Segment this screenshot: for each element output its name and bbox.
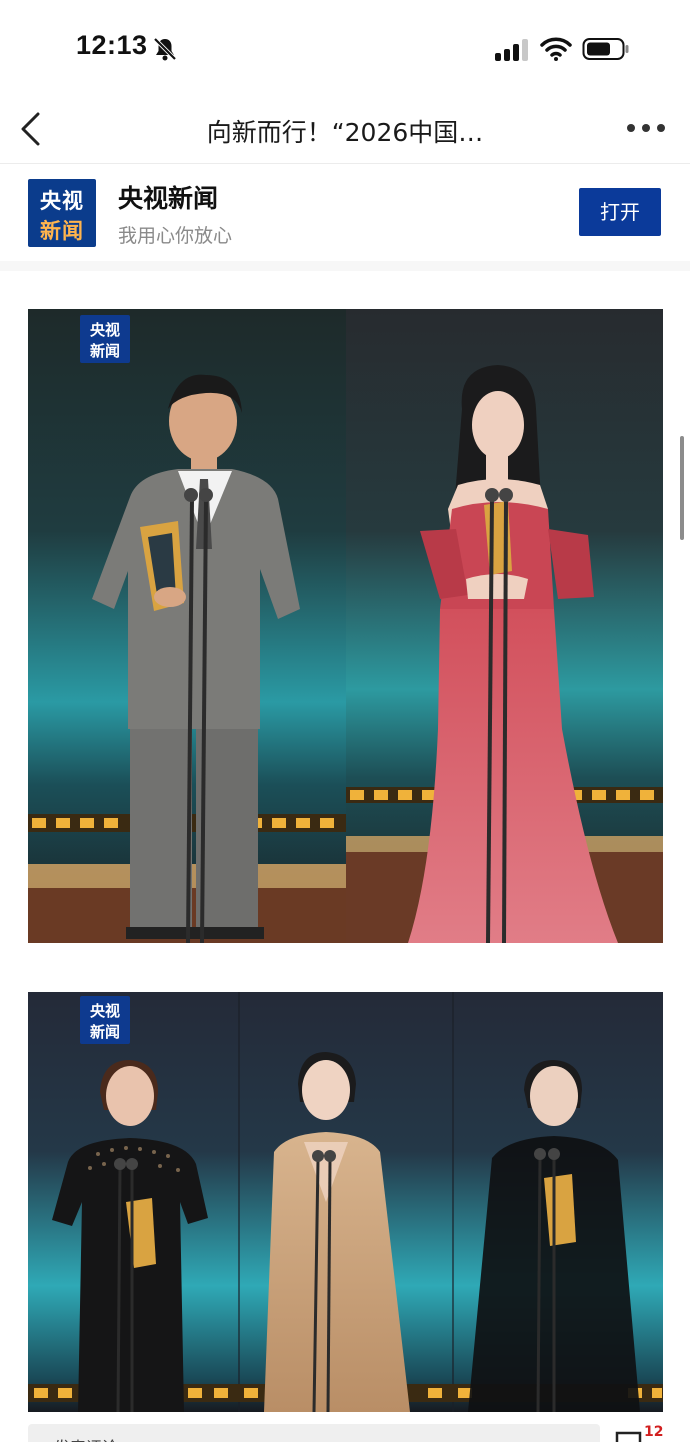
chevron-left-icon[interactable] <box>18 110 46 148</box>
watermark-logo: 央视 新闻 <box>80 996 130 1044</box>
battery-icon <box>582 38 629 60</box>
scrollbar[interactable] <box>680 436 684 540</box>
nav-bar: 向新而行！“2026中国… <box>0 96 690 164</box>
article-photo-2[interactable]: 央视 新闻 <box>28 992 663 1412</box>
app-logo: 央视 新闻 <box>28 179 96 247</box>
wifi-icon <box>540 37 572 61</box>
logo-line-2: 新闻 <box>40 219 84 243</box>
comment-icon[interactable] <box>614 1430 648 1442</box>
more-dots-icon[interactable] <box>626 122 666 134</box>
article-photo-1[interactable]: 央视 新闻 <box>28 309 663 943</box>
status-bar: 12:13 <box>0 0 690 96</box>
bell-slash-icon <box>153 37 177 61</box>
app-name: 央视新闻 <box>118 184 219 213</box>
open-app-button[interactable]: 打开 <box>579 188 661 236</box>
watermark-line-1: 央视 <box>89 321 120 339</box>
watermark-logo: 央视 新闻 <box>80 315 130 363</box>
app-slogan: 我用心你放心 <box>118 225 233 247</box>
logo-line-1: 央视 <box>40 189 84 213</box>
app-banner: 央视 新闻 央视新闻 我用心你放心 打开 <box>0 165 690 261</box>
comment-count-badge: 12 <box>644 1424 664 1440</box>
comment-placeholder: 发表评论 <box>54 1434 118 1442</box>
watermark-line-1: 央视 <box>89 1002 120 1020</box>
signal-icon <box>495 39 528 61</box>
watermark-line-2: 新闻 <box>89 1023 120 1041</box>
watermark-line-2: 新闻 <box>89 342 120 360</box>
status-time: 12:13 <box>76 30 148 60</box>
section-divider <box>0 261 690 271</box>
page-title: 向新而行！“2026中国… <box>206 118 484 147</box>
